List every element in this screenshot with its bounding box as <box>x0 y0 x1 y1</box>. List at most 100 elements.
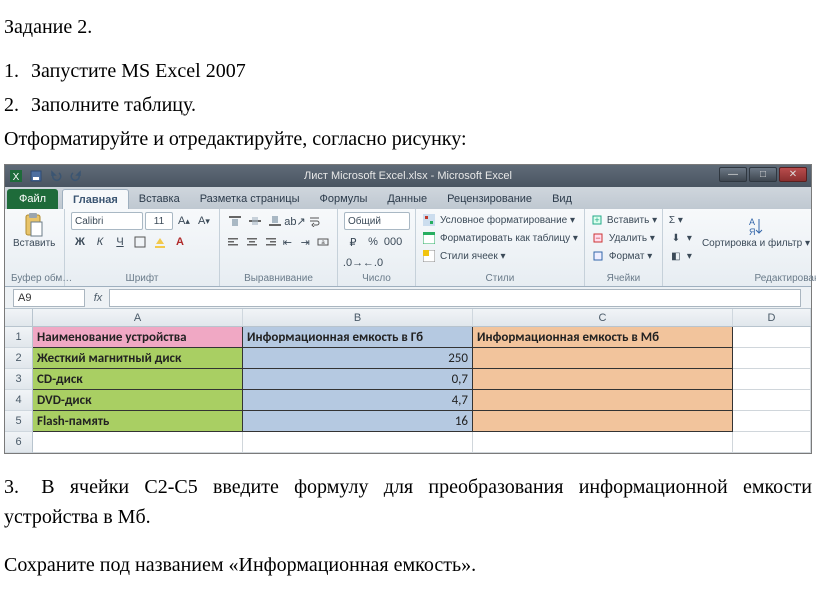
currency-icon[interactable]: ₽ <box>344 233 362 251</box>
svg-text:Я: Я <box>749 227 756 237</box>
font-size-select[interactable]: 11 <box>145 212 173 230</box>
decrease-decimal-icon[interactable]: ←.0 <box>364 254 382 272</box>
increase-decimal-icon[interactable]: .0→ <box>344 254 362 272</box>
cell-b3[interactable]: 0,7 <box>243 369 473 390</box>
cell-d5[interactable] <box>733 411 811 432</box>
cell-d1[interactable] <box>733 327 811 348</box>
col-header-a[interactable]: A <box>33 309 243 326</box>
row-header-1[interactable]: 1 <box>5 327 33 348</box>
cell-b6[interactable] <box>243 432 473 453</box>
cell-a4[interactable]: DVD-диск <box>33 390 243 411</box>
col-header-b[interactable]: B <box>243 309 473 326</box>
step-1: 1. Запустите MS Excel 2007 <box>4 56 812 86</box>
align-center-icon[interactable] <box>244 233 260 251</box>
row-header-3[interactable]: 3 <box>5 369 33 390</box>
redo-icon[interactable] <box>69 169 83 183</box>
number-format-select[interactable]: Общий <box>344 212 410 230</box>
file-tab[interactable]: Файл <box>7 189 58 209</box>
cell-d4[interactable] <box>733 390 811 411</box>
insert-tab[interactable]: Вставка <box>129 189 190 209</box>
insert-cells-icon: + <box>591 213 603 227</box>
close-button[interactable]: ✕ <box>779 167 807 182</box>
format-cells-button[interactable]: Формат ▾ <box>591 248 656 264</box>
formulas-tab[interactable]: Формулы <box>309 189 377 209</box>
border-button[interactable] <box>131 233 149 251</box>
view-tab[interactable]: Вид <box>542 189 582 209</box>
cell-b1[interactable]: Информационная емкость в Гб <box>243 327 473 348</box>
align-top-icon[interactable] <box>226 212 244 230</box>
cell-a6[interactable] <box>33 432 243 453</box>
fill-button[interactable]: ⬇▾ <box>669 230 692 246</box>
page-layout-tab[interactable]: Разметка страницы <box>190 189 310 209</box>
data-tab[interactable]: Данные <box>377 189 437 209</box>
autosum-button[interactable]: Σ ▾ <box>669 212 692 228</box>
step-3: 3. В ячейки C2-C5 введите формулу для пр… <box>4 472 812 532</box>
excel-screenshot: X Лист Microsoft Excel.xlsx - Microsoft … <box>4 164 812 454</box>
comma-style-icon[interactable]: 000 <box>384 233 402 251</box>
cell-d2[interactable] <box>733 348 811 369</box>
cell-c5[interactable] <box>473 411 733 432</box>
cell-d3[interactable] <box>733 369 811 390</box>
font-name-select[interactable]: Calibri <box>71 212 143 230</box>
paste-button[interactable]: Вставить <box>11 212 57 252</box>
grow-font-icon[interactable]: A▴ <box>175 212 193 230</box>
percent-icon[interactable]: % <box>364 233 382 251</box>
cell-b4[interactable]: 4,7 <box>243 390 473 411</box>
decrease-indent-icon[interactable]: ⇤ <box>279 233 295 251</box>
conditional-formatting-button[interactable]: Условное форматирование ▾ <box>422 212 578 228</box>
align-bottom-icon[interactable] <box>266 212 284 230</box>
maximize-button[interactable]: □ <box>749 167 777 182</box>
shrink-font-icon[interactable]: A▾ <box>195 212 213 230</box>
svg-text:−: − <box>595 233 600 243</box>
minimize-button[interactable]: — <box>719 167 747 182</box>
orientation-icon[interactable]: ab↗ <box>286 212 304 230</box>
undo-icon[interactable] <box>49 169 63 183</box>
fill-color-button[interactable] <box>151 233 169 251</box>
delete-cells-button[interactable]: − Удалить ▾ <box>591 230 656 246</box>
cell-styles-button[interactable]: Стили ячеек ▾ <box>422 248 578 264</box>
font-color-button[interactable]: A <box>171 233 189 251</box>
alignment-group-label: Выравнивание <box>226 273 331 284</box>
name-box[interactable]: A9 <box>13 289 85 307</box>
cell-c3[interactable] <box>473 369 733 390</box>
formula-input[interactable] <box>109 289 801 307</box>
cells-group: + Вставить ▾ − Удалить ▾ Формат ▾ Ячейки <box>585 209 663 286</box>
step-1-text: Запустите MS Excel 2007 <box>31 60 246 82</box>
cell-c2[interactable] <box>473 348 733 369</box>
row-header-4[interactable]: 4 <box>5 390 33 411</box>
save-icon[interactable] <box>29 169 43 183</box>
insert-cells-button[interactable]: + Вставить ▾ <box>591 212 656 228</box>
align-right-icon[interactable] <box>262 233 278 251</box>
cell-c6[interactable] <box>473 432 733 453</box>
increase-indent-icon[interactable]: ⇥ <box>297 233 313 251</box>
sort-filter-button[interactable]: AЯ Сортировка и фильтр ▾ <box>700 212 812 252</box>
cell-c1[interactable]: Информационная емкость в Мб <box>473 327 733 348</box>
col-header-c[interactable]: C <box>473 309 733 326</box>
wrap-text-icon[interactable] <box>306 212 324 230</box>
bold-button[interactable]: Ж <box>71 233 89 251</box>
cell-a2[interactable]: Жесткий магнитный диск <box>33 348 243 369</box>
underline-button[interactable]: Ч <box>111 233 129 251</box>
cell-b2[interactable]: 250 <box>243 348 473 369</box>
row-header-2[interactable]: 2 <box>5 348 33 369</box>
cell-d6[interactable] <box>733 432 811 453</box>
review-tab[interactable]: Рецензирование <box>437 189 542 209</box>
col-header-d[interactable]: D <box>733 309 811 326</box>
align-middle-icon[interactable] <box>246 212 264 230</box>
home-tab[interactable]: Главная <box>62 189 129 209</box>
row-header-5[interactable]: 5 <box>5 411 33 432</box>
window-title: Лист Microsoft Excel.xlsx - Microsoft Ex… <box>304 170 512 182</box>
clear-button[interactable]: ◧▾ <box>669 248 692 264</box>
row-header-6[interactable]: 6 <box>5 432 33 453</box>
cell-c4[interactable] <box>473 390 733 411</box>
format-as-table-button[interactable]: Форматировать как таблицу ▾ <box>422 230 578 246</box>
cell-a1[interactable]: Наименование устройства <box>33 327 243 348</box>
select-all-corner[interactable] <box>5 309 33 326</box>
fx-icon[interactable]: fx <box>87 292 109 304</box>
align-left-icon[interactable] <box>226 233 242 251</box>
cell-a5[interactable]: Flash-память <box>33 411 243 432</box>
cell-a3[interactable]: CD-диск <box>33 369 243 390</box>
merge-center-icon[interactable]: a <box>315 233 331 251</box>
cell-b5[interactable]: 16 <box>243 411 473 432</box>
italic-button[interactable]: К <box>91 233 109 251</box>
